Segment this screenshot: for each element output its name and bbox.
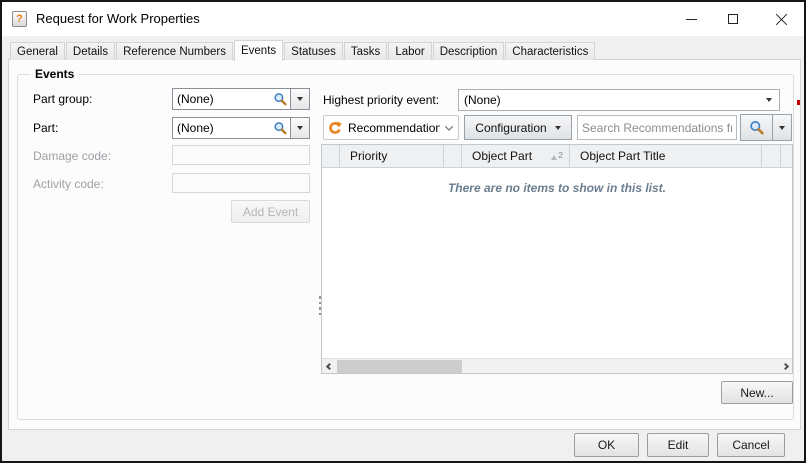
- damage-code-label: Damage code:: [33, 149, 112, 163]
- part-lookup[interactable]: (None): [172, 117, 310, 139]
- scrollbar-thumb[interactable]: [337, 360, 462, 373]
- search-input[interactable]: [577, 115, 737, 140]
- scroll-left-button[interactable]: [322, 359, 336, 374]
- events-tab-page: Events Part group: (None) Part: (None) D…: [8, 59, 801, 430]
- highest-priority-event-combo[interactable]: (None): [458, 89, 780, 111]
- new-button[interactable]: New...: [721, 381, 793, 404]
- damage-code-field: [172, 145, 310, 165]
- recommendations-source-combo[interactable]: Recommendations fi: [323, 115, 459, 140]
- part-dropdown-button[interactable]: [290, 118, 309, 138]
- sort-ascending-icon: 2: [551, 151, 563, 160]
- chevron-down-icon: [554, 125, 561, 130]
- title-bar[interactable]: ? Request for Work Properties: [2, 2, 804, 36]
- dialog-request-for-work-properties: ? Request for Work Properties General De…: [0, 0, 806, 463]
- maximize-icon: [728, 14, 738, 24]
- tab-general[interactable]: General: [10, 42, 65, 60]
- configuration-label: Configuration: [475, 120, 547, 135]
- sort-order: 2: [558, 150, 563, 160]
- column-blank-1[interactable]: [322, 145, 340, 167]
- highest-priority-event-value: (None): [464, 93, 501, 107]
- highest-priority-event-label: Highest priority event:: [323, 93, 440, 107]
- chevron-down-icon: [759, 98, 779, 102]
- search-magnifier-icon[interactable]: [270, 89, 290, 109]
- tab-reference-numbers[interactable]: Reference Numbers: [116, 42, 233, 60]
- minimize-button[interactable]: [674, 2, 708, 36]
- tab-statuses[interactable]: Statuses: [284, 42, 343, 60]
- column-object-part-title[interactable]: Object Part Title: [570, 145, 762, 167]
- chevron-right-icon: [781, 362, 789, 371]
- search-magnifier-icon: [749, 120, 764, 134]
- recommendations-refresh-icon: [324, 120, 344, 135]
- recommendations-source-value: Recommendations fi: [348, 120, 440, 135]
- maximize-button[interactable]: [716, 2, 750, 36]
- tab-labor[interactable]: Labor: [388, 42, 432, 60]
- column-blank-3[interactable]: [762, 145, 781, 167]
- part-group-dropdown-button[interactable]: [290, 89, 309, 109]
- window-title: Request for Work Properties: [36, 11, 200, 26]
- column-blank-2[interactable]: [444, 145, 462, 167]
- list-header: Priority Object Part 2 Object Part Title: [322, 145, 792, 168]
- empty-list-message: There are no items to show in this list.: [447, 181, 667, 195]
- tab-description[interactable]: Description: [432, 42, 505, 60]
- cancel-button[interactable]: Cancel: [717, 433, 785, 457]
- chevron-down-icon: [440, 124, 458, 132]
- group-legend: Events: [30, 67, 80, 81]
- minimize-icon: [685, 18, 697, 20]
- search-button[interactable]: [740, 114, 773, 141]
- add-event-button: Add Event: [231, 200, 310, 223]
- tab-tasks[interactable]: Tasks: [343, 42, 388, 60]
- tab-events[interactable]: Events: [233, 40, 284, 61]
- column-object-part[interactable]: Object Part 2: [462, 145, 570, 167]
- part-group-label: Part group:: [33, 92, 93, 106]
- part-value: (None): [177, 121, 214, 135]
- chevron-down-icon: [779, 125, 785, 130]
- chevron-down-icon: [297, 97, 303, 101]
- tab-strip: General Details Reference Numbers Events…: [10, 40, 596, 61]
- close-button[interactable]: [764, 2, 798, 36]
- configuration-button[interactable]: Configuration: [464, 115, 572, 140]
- ok-button[interactable]: OK: [574, 433, 639, 457]
- chevron-down-icon: [297, 126, 303, 130]
- tab-characteristics[interactable]: Characteristics: [505, 42, 596, 60]
- scroll-right-button[interactable]: [778, 359, 792, 374]
- part-group-lookup[interactable]: (None): [172, 88, 310, 110]
- activity-code-label: Activity code:: [33, 177, 104, 191]
- chevron-left-icon: [325, 362, 333, 371]
- help-document-icon: ?: [12, 11, 27, 27]
- required-indicator: [797, 100, 800, 105]
- part-group-value: (None): [177, 92, 214, 106]
- column-priority[interactable]: Priority: [340, 145, 444, 167]
- edit-button[interactable]: Edit: [647, 433, 709, 457]
- close-icon: [775, 13, 788, 26]
- search-magnifier-icon[interactable]: [270, 118, 290, 138]
- recommendations-list: Priority Object Part 2 Object Part Title…: [321, 144, 793, 374]
- column-filler: [781, 145, 792, 167]
- activity-code-field: [172, 173, 310, 193]
- tab-details[interactable]: Details: [65, 42, 116, 60]
- horizontal-scrollbar[interactable]: [322, 358, 792, 373]
- search-options-dropdown-button[interactable]: [772, 114, 792, 141]
- part-label: Part:: [33, 121, 59, 135]
